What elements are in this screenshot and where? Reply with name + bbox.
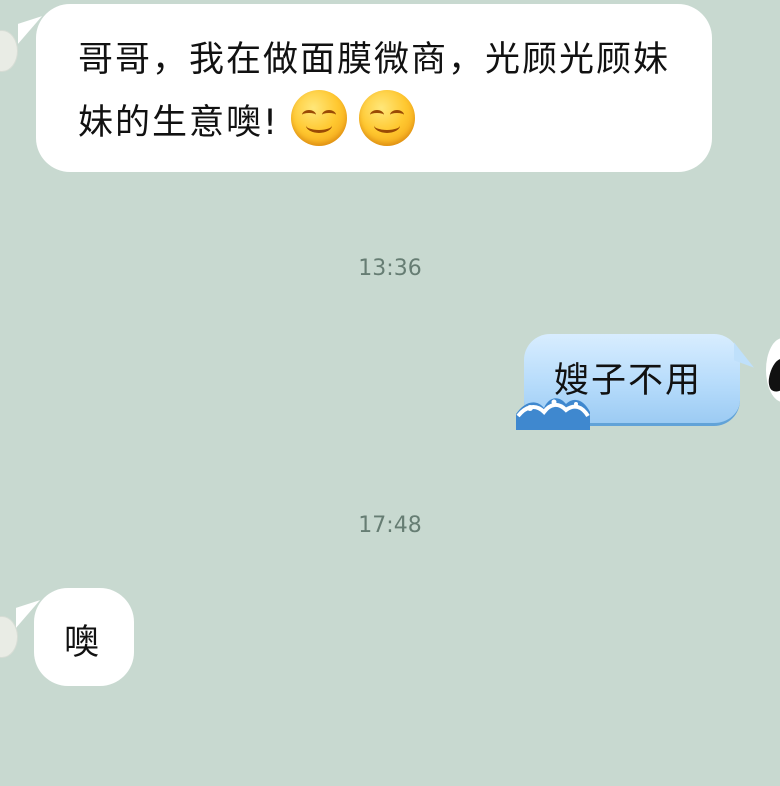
avatar-image <box>766 356 780 394</box>
smile-emoji-icon <box>291 90 348 146</box>
message-text: 嫂子不用 <box>554 361 703 401</box>
chat-screen: { "messages": [ {"direction": "incoming"… <box>0 0 780 786</box>
timestamp: 13:36 <box>358 256 422 281</box>
incoming-message-bubble[interactable]: 噢 <box>34 588 134 686</box>
message-text: 噢 <box>64 623 100 663</box>
message-text: 哥哥，我在做面膜微商，光顾光顾妹妹的生意噢! <box>78 30 698 153</box>
my-avatar[interactable] <box>766 338 780 402</box>
outgoing-message-bubble[interactable]: 嫂子不用 <box>516 334 740 430</box>
timestamp: 17:48 <box>358 513 422 538</box>
contact-avatar[interactable] <box>0 30 18 72</box>
smile-emoji-icon <box>359 90 416 146</box>
incoming-message-bubble[interactable]: 哥哥，我在做面膜微商，光顾光顾妹妹的生意噢! <box>36 4 712 172</box>
